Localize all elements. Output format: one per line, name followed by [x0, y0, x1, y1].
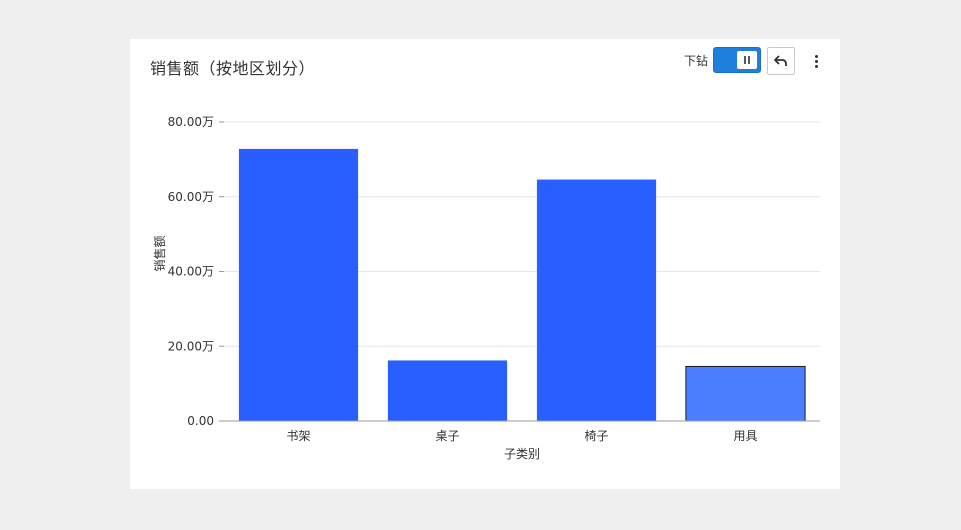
y-tick-label: 0.00: [187, 414, 214, 428]
y-tick-label: 20.00万: [168, 339, 214, 353]
bar-chart: 0.00 20.00万 40.00万 60.00万 80.00万书架 桌子 椅子 用具子类别 销…: [152, 115, 820, 461]
x-tick-label: 书架: [286, 429, 310, 443]
x-tick-label: 用具: [733, 429, 757, 443]
drill-down-label: 下钻: [684, 54, 709, 68]
chart-card: 0.00 20.00万 40.00万 60.00万 80.00万书架 桌子 椅子 用具子类别 销…: [130, 39, 840, 489]
bar-1[interactable]: [238, 148, 359, 421]
chart-title: 销售额（按地区划分）: [150, 59, 316, 78]
bar-3[interactable]: [536, 179, 657, 421]
y-axis-label: 销售额: [152, 235, 167, 271]
bar-2[interactable]: [387, 360, 508, 421]
x-axis-label: 子类别: [504, 447, 540, 461]
y-tick-label: 80.00万: [168, 115, 214, 129]
more-options-button[interactable]: [808, 50, 824, 72]
more-vertical-icon: [814, 54, 818, 58]
pause-icon: [737, 51, 757, 69]
undo-arrow-icon: [774, 55, 787, 66]
x-tick-label: 桌子: [435, 429, 459, 443]
drill-down-toggle[interactable]: [713, 47, 761, 73]
x-tick-label: 椅子: [584, 429, 608, 443]
y-tick-label: 60.00万: [168, 190, 214, 204]
bar-4[interactable]: [685, 365, 806, 422]
y-tick-label: 40.00万: [168, 265, 214, 279]
back-button[interactable]: [767, 47, 795, 75]
